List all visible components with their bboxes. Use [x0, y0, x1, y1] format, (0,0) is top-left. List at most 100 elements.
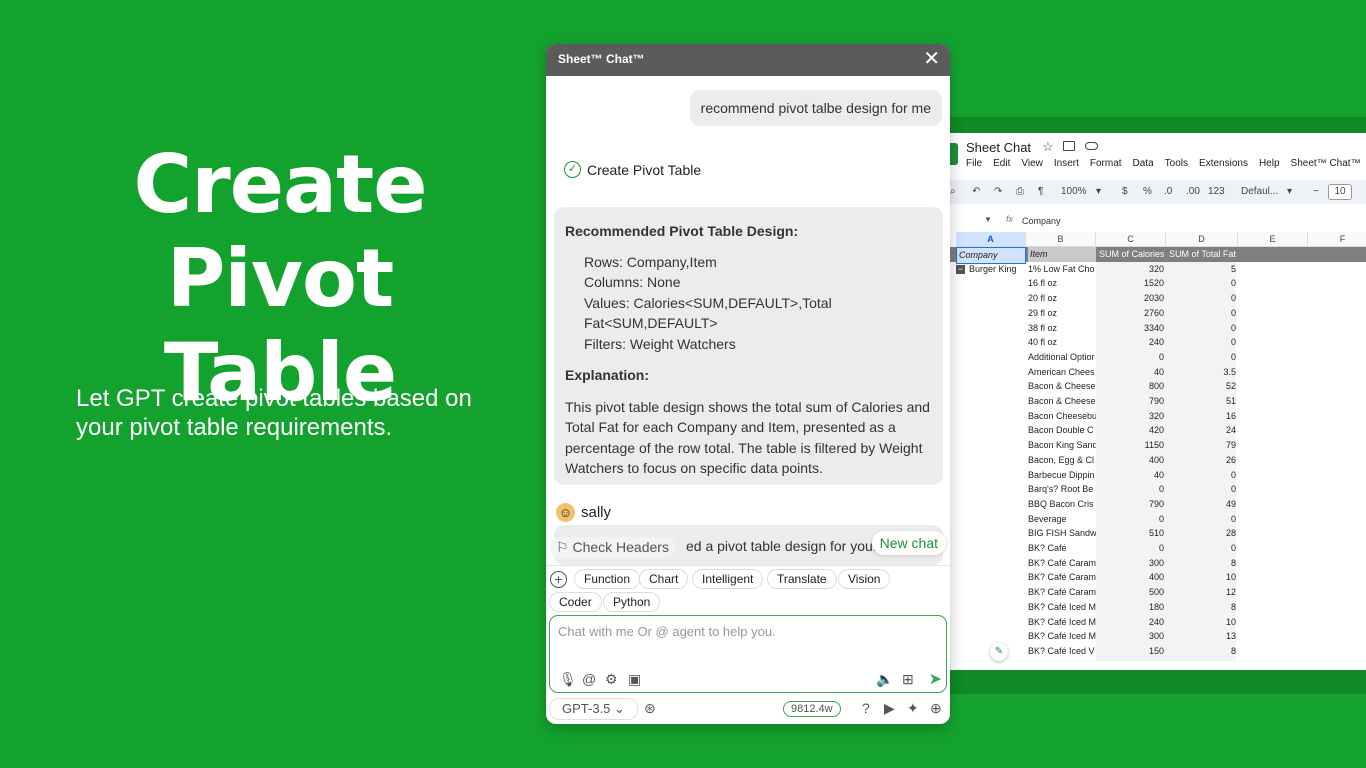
- menu-insert[interactable]: Insert: [1054, 158, 1079, 169]
- image-icon[interactable]: ▣: [628, 671, 641, 688]
- col-header-f[interactable]: F: [1308, 232, 1366, 247]
- chip-intelligent[interactable]: Intelligent: [692, 569, 764, 589]
- search-icon[interactable]: ⌕: [950, 186, 956, 197]
- cell-calories[interactable]: 240: [1096, 335, 1164, 350]
- cell-calories[interactable]: 150: [1096, 644, 1164, 659]
- cell-fat[interactable]: 79: [1166, 438, 1236, 453]
- cell-fat[interactable]: 28: [1166, 526, 1236, 541]
- cell-item[interactable]: Additional Optior: [1028, 350, 1096, 365]
- cell-fat[interactable]: 8: [1166, 600, 1236, 615]
- cell-calories[interactable]: 420: [1096, 423, 1164, 438]
- cell-item[interactable]: Bacon King Sand: [1028, 438, 1096, 453]
- cell-calories[interactable]: 500: [1096, 585, 1164, 600]
- cell-fat[interactable]: 16: [1166, 409, 1236, 424]
- menu-help[interactable]: Help: [1259, 158, 1280, 169]
- twitter-icon[interactable]: ✦: [907, 700, 919, 717]
- cell-fat[interactable]: 0: [1166, 512, 1236, 527]
- cell-fat[interactable]: 49: [1166, 497, 1236, 512]
- cell-fat[interactable]: 5: [1166, 262, 1236, 277]
- increase-decimal-button[interactable]: .00: [1186, 186, 1200, 197]
- folder-icon[interactable]: [1063, 141, 1075, 151]
- font-size-decrease[interactable]: −: [1313, 186, 1319, 197]
- cell-item[interactable]: Bacon & Cheese: [1028, 379, 1096, 394]
- cell-item[interactable]: Bacon, Egg & Cl: [1028, 453, 1096, 468]
- menu-edit[interactable]: Edit: [993, 158, 1010, 169]
- star-icon[interactable]: ☆: [1042, 139, 1054, 155]
- cell-item[interactable]: 16 fl oz: [1028, 276, 1096, 291]
- help-icon[interactable]: ?: [862, 700, 870, 716]
- cell-fat[interactable]: 0: [1166, 335, 1236, 350]
- cell-item[interactable]: 20 fl oz: [1028, 291, 1096, 306]
- cell-calories[interactable]: 400: [1096, 570, 1164, 585]
- cell-item[interactable]: Bacon Double C: [1028, 423, 1096, 438]
- menu-tools[interactable]: Tools: [1165, 158, 1188, 169]
- cell-calories[interactable]: 0: [1096, 350, 1164, 365]
- cell-item[interactable]: BK? Café Iced M: [1028, 629, 1096, 644]
- cell-item[interactable]: BK? Café Caram: [1028, 570, 1096, 585]
- cell-item[interactable]: American Chees: [1028, 365, 1096, 380]
- close-icon[interactable]: ✕: [923, 44, 940, 74]
- col-header-b[interactable]: B: [1026, 232, 1096, 247]
- cell-calories[interactable]: 240: [1096, 615, 1164, 630]
- cell-item[interactable]: Barbecue Dippin: [1028, 468, 1096, 483]
- zoom-dropdown-icon[interactable]: ▾: [1096, 186, 1101, 197]
- header-calories[interactable]: SUM of Calories: [1096, 247, 1164, 262]
- menu-extensions[interactable]: Extensions: [1199, 158, 1248, 169]
- cell-item[interactable]: BBQ Bacon Cris: [1028, 497, 1096, 512]
- col-header-c[interactable]: C: [1096, 232, 1166, 247]
- cell-calories[interactable]: 300: [1096, 629, 1164, 644]
- cell-fat[interactable]: 10: [1166, 570, 1236, 585]
- cell-item[interactable]: Barq's? Root Be: [1028, 482, 1096, 497]
- speaker-icon[interactable]: 🔈: [876, 671, 893, 688]
- cell-calories[interactable]: 510: [1096, 526, 1164, 541]
- cell-item[interactable]: BK? Café Caram: [1028, 585, 1096, 600]
- model-select[interactable]: GPT-3.5 ⌄: [549, 698, 638, 720]
- name-box-dropdown-icon[interactable]: ▼: [984, 215, 992, 224]
- decrease-decimal-button[interactable]: .0: [1164, 186, 1172, 197]
- cell-item[interactable]: BK? Café Iced M: [1028, 615, 1096, 630]
- cell-calories[interactable]: 1150: [1096, 438, 1164, 453]
- chip-chart[interactable]: Chart: [639, 569, 689, 589]
- undo-icon[interactable]: ↶: [972, 186, 980, 197]
- chip-coder[interactable]: Coder: [549, 592, 602, 612]
- font-size-input[interactable]: 10: [1328, 184, 1352, 200]
- cell-calories[interactable]: 1520: [1096, 276, 1164, 291]
- cell-fat[interactable]: 12: [1166, 585, 1236, 600]
- cell-calories[interactable]: 320: [1096, 409, 1164, 424]
- cell-calories[interactable]: 0: [1096, 482, 1164, 497]
- openai-icon[interactable]: ⊛: [644, 700, 656, 717]
- currency-button[interactable]: $: [1122, 186, 1128, 197]
- print-icon[interactable]: ⎙: [1016, 186, 1024, 197]
- cell-calories[interactable]: 0: [1096, 541, 1164, 556]
- cell-fat[interactable]: 0: [1166, 291, 1236, 306]
- cell-fat[interactable]: 8: [1166, 644, 1236, 659]
- collapse-icon[interactable]: −: [956, 264, 965, 274]
- edit-pencil-icon[interactable]: ✎: [990, 643, 1008, 661]
- redo-icon[interactable]: ↷: [994, 186, 1002, 197]
- col-header-e[interactable]: E: [1238, 232, 1308, 247]
- doc-title[interactable]: Sheet Chat: [966, 140, 1031, 155]
- cell-fat[interactable]: 26: [1166, 453, 1236, 468]
- cell-item[interactable]: Bacon & Cheese: [1028, 394, 1096, 409]
- header-fat[interactable]: SUM of Total Fat: [1166, 247, 1236, 262]
- cell-item[interactable]: 29 fl oz: [1028, 306, 1096, 321]
- robot-icon[interactable]: ⚙: [605, 671, 618, 688]
- cell-fat[interactable]: 10: [1166, 615, 1236, 630]
- cell-fat[interactable]: 0: [1166, 321, 1236, 336]
- cell-calories[interactable]: 790: [1096, 497, 1164, 512]
- cell-item[interactable]: BK? Café Iced M: [1028, 600, 1096, 615]
- cell-calories[interactable]: 180: [1096, 600, 1164, 615]
- cell-item[interactable]: Beverage: [1028, 512, 1096, 527]
- cell-fat[interactable]: 0: [1166, 482, 1236, 497]
- chip-function[interactable]: Function: [574, 569, 641, 589]
- number-format-button[interactable]: 123: [1208, 186, 1225, 197]
- menu-file[interactable]: File: [966, 158, 982, 169]
- at-icon[interactable]: @: [582, 671, 596, 687]
- paint-format-icon[interactable]: ¶: [1038, 186, 1043, 197]
- cell-fat[interactable]: 0: [1166, 468, 1236, 483]
- cell-fat[interactable]: 3.5: [1166, 365, 1236, 380]
- cell-calories[interactable]: 40: [1096, 468, 1164, 483]
- cell-fat[interactable]: 8: [1166, 556, 1236, 571]
- cell-item[interactable]: 38 fl oz: [1028, 321, 1096, 336]
- col-header-d[interactable]: D: [1166, 232, 1238, 247]
